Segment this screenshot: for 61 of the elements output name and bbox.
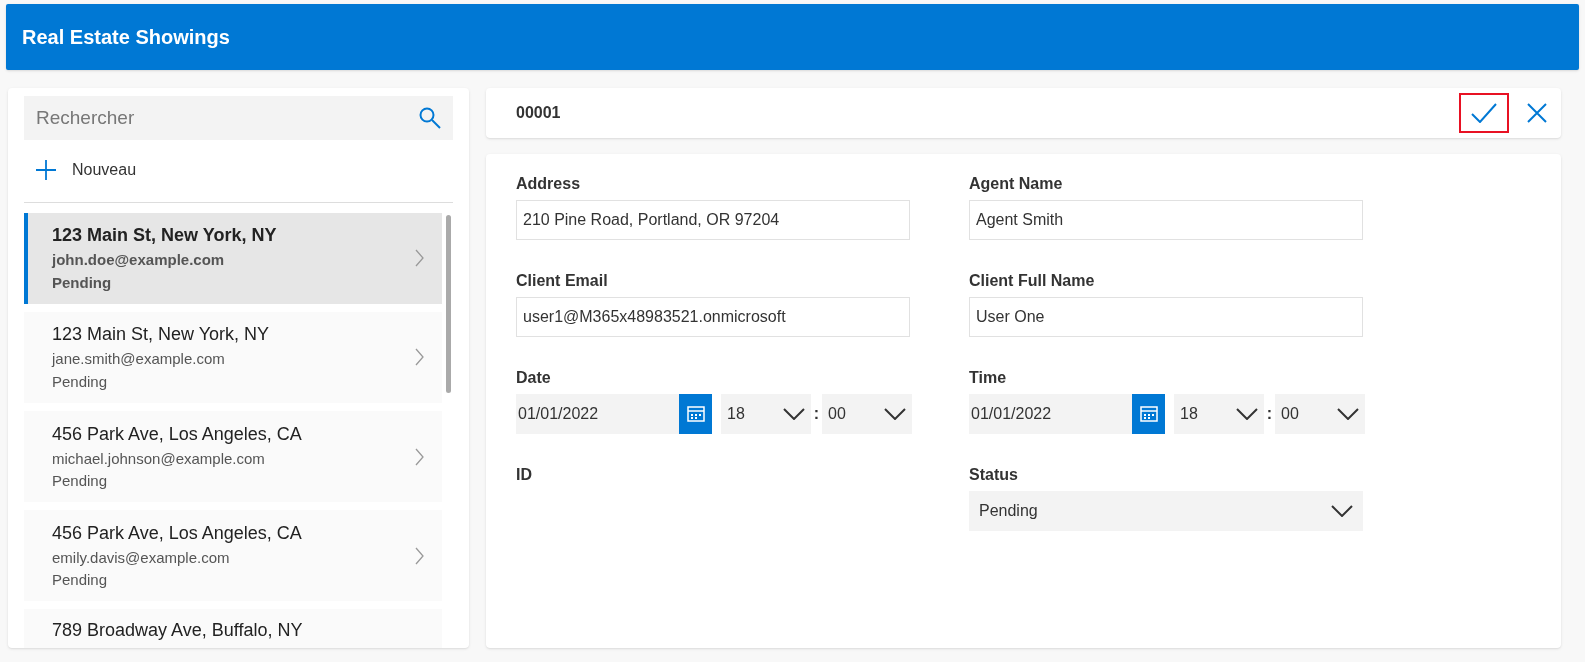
minute-dropdown[interactable]: 00 [822, 394, 912, 434]
chevron-down-icon [1337, 408, 1359, 420]
chevron-down-icon [1331, 505, 1353, 517]
chevron-down-icon [1236, 408, 1258, 420]
chevron-right-icon [415, 249, 424, 268]
minute-dropdown[interactable]: 00 [1275, 394, 1365, 434]
status-dropdown[interactable]: Pending [969, 491, 1363, 531]
text-field[interactable]: Agent Smith [969, 200, 1363, 240]
time-separator: : [812, 404, 821, 424]
time-separator: : [1265, 404, 1274, 424]
date-field[interactable]: 01/01/2022 [969, 394, 1132, 434]
list-item[interactable]: 789 Broadway Ave, Buffalo, NY [24, 609, 442, 648]
calendar-icon [1139, 406, 1158, 422]
field-label: Date [516, 368, 552, 388]
item-address: 123 Main St, New York, NY [52, 224, 277, 248]
field-label: Client Email [516, 271, 609, 291]
item-status: Pending [52, 570, 109, 591]
chevron-down-icon [783, 408, 805, 420]
chevron-right-icon [415, 348, 424, 367]
item-email: jane.smith@example.com [52, 349, 226, 370]
list-item[interactable]: 123 Main St, New York, NY jane.smith@example.com Pending [24, 311, 442, 403]
text-field[interactable]: user1@M365x48983521.onmicrosoft [516, 297, 910, 337]
item-address: 456 Park Ave, Los Angeles, CA [52, 422, 302, 446]
list-item[interactable]: 123 Main St, New York, NY john.doe@example.com Pending [24, 212, 442, 304]
calendar-button[interactable] [1132, 394, 1165, 434]
chevron-right-icon [415, 447, 424, 466]
field-label: Status [969, 465, 1019, 485]
item-status: Pending [52, 471, 109, 492]
hour-dropdown[interactable]: 18 [1174, 394, 1264, 434]
text-field[interactable]: User One [969, 297, 1363, 337]
field-label: Agent Name [969, 174, 1064, 194]
calendar-icon [686, 406, 705, 422]
list-item[interactable]: 456 Park Ave, Los Angeles, CA michael.johnson@example.com Pending [24, 411, 442, 503]
field-label: Time [969, 368, 1008, 388]
field-label: Client Full Name [969, 271, 1096, 291]
new-button[interactable]: Nouveau [24, 140, 453, 200]
chevron-right-icon [415, 546, 424, 565]
item-email: john.doe@example.com [52, 250, 226, 271]
text-field[interactable]: 210 Pine Road, Portland, OR 97204 [516, 200, 910, 240]
item-address: 789 Broadway Ave, Buffalo, NY [52, 619, 303, 643]
record-id: 00001 [516, 103, 561, 123]
item-email: michael.johnson@example.com [52, 448, 266, 469]
item-status: Pending [52, 371, 109, 392]
close-icon [1527, 103, 1547, 123]
plus-icon [36, 159, 56, 180]
search-field[interactable]: Rechercher [24, 96, 453, 140]
date-field[interactable]: 01/01/2022 [516, 394, 679, 434]
calendar-button[interactable] [679, 394, 712, 434]
list-item[interactable]: 456 Park Ave, Los Angeles, CA emily.davis@example.com Pending [24, 510, 442, 602]
item-email: emily.davis@example.com [52, 547, 231, 568]
chevron-down-icon [884, 408, 906, 420]
app-title: Real Estate Showings [22, 25, 230, 50]
checkmark-icon [1471, 103, 1497, 123]
field-label: ID [516, 465, 533, 485]
item-status: Pending [52, 272, 113, 293]
save-button[interactable] [1459, 93, 1509, 133]
hour-dropdown[interactable]: 18 [721, 394, 811, 434]
search-icon [419, 107, 441, 129]
item-address: 123 Main St, New York, NY [52, 323, 270, 347]
field-label: Address [516, 174, 582, 194]
item-address: 456 Park Ave, Los Angeles, CA [52, 521, 302, 545]
